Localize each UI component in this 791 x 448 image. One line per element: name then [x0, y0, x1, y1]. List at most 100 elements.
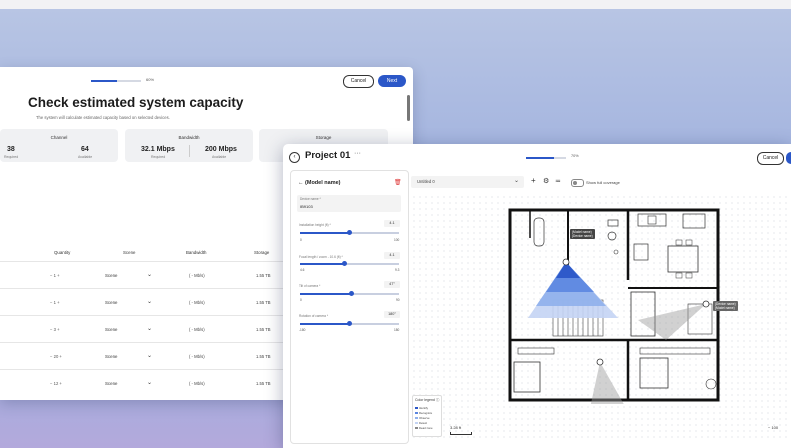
slider-handle[interactable] [348, 291, 354, 296]
cancel-button[interactable]: Cancel [343, 75, 374, 88]
col-scene: Scene [123, 250, 136, 255]
zoom-control[interactable]: − 100 [768, 425, 778, 430]
slider-value[interactable]: 180° [384, 311, 400, 318]
legend-item: Detect [415, 421, 427, 425]
chevron-down-icon[interactable]: ⌄ [147, 379, 152, 386]
device-name-label: Device name * [300, 197, 321, 201]
camera-tag-device: (Device name) [572, 234, 593, 238]
bandwidth-cell: ( - Mb/s) [189, 327, 205, 332]
scene-select[interactable]: Scene [105, 327, 117, 332]
project-next-button[interactable] [786, 152, 791, 164]
quantity-stepper[interactable]: − 3 + [50, 327, 60, 332]
channel-available-label: Available [78, 155, 93, 159]
scrollbar[interactable] [407, 95, 410, 121]
camera-tag: (Device name) (Model name) [713, 301, 738, 311]
slider-label: Rotation of camera * [299, 314, 329, 318]
model-name-label: (Model name) [305, 180, 341, 186]
scene-select[interactable]: Scene [105, 381, 117, 386]
gear-icon[interactable]: ⚙ [543, 177, 549, 185]
capacity-progress-bar [91, 80, 141, 82]
quantity-stepper[interactable]: − 1 + [50, 273, 60, 278]
slider-min: 0 [300, 238, 302, 242]
slider-label: Tilt of camera * [299, 284, 321, 288]
camera-icon[interactable] [702, 300, 710, 308]
legend-item: Dead zone [415, 426, 433, 430]
card-divider [189, 145, 190, 157]
full-coverage-toggle[interactable] [571, 179, 584, 187]
more-options-icon[interactable]: ··· [354, 150, 361, 157]
slider-handle[interactable] [347, 321, 352, 326]
storage-cell: 1.55 TB [256, 354, 271, 359]
slider-min: -180 [299, 328, 306, 332]
project-progress-bar [526, 157, 566, 159]
page-subtitle: The system will calculate estimated capa… [36, 115, 170, 120]
quantity-stepper[interactable]: − 20 + [50, 354, 62, 359]
storage-cell: 1.55 TB [256, 300, 271, 305]
bandwidth-available-label: Available [212, 155, 227, 159]
bandwidth-available-value: 200 Mbps [205, 146, 237, 153]
legend-title-text: Color legend [415, 398, 435, 402]
slider-min: 4.6 [300, 268, 305, 272]
channel-required-label: Required [4, 155, 19, 159]
slider-value[interactable]: 4.1 [384, 220, 400, 227]
floor-plan [508, 208, 720, 404]
col-quantity: Quantity [54, 250, 71, 255]
scale-bar [450, 432, 472, 435]
layout-select-value: Untitled 0 [417, 179, 435, 184]
bandwidth-required-value: 32.1 Mbps [141, 146, 175, 153]
legend-title: Color legend ⓘ [415, 398, 440, 402]
storage-cell: 1.55 TB [256, 273, 271, 278]
slider-label: Focal length / zoom - 10.6 (ft) * [299, 255, 343, 259]
col-bandwidth: Bandwidth [186, 250, 207, 255]
chevron-down-icon[interactable]: ⌄ [147, 352, 152, 359]
channel-required-value: 38 [7, 146, 15, 153]
storage-card-title: Storage [315, 135, 332, 140]
chevron-down-icon[interactable]: ⌄ [147, 298, 152, 305]
chevron-down-icon[interactable]: ⌄ [147, 271, 152, 278]
device-name-value[interactable]: IB9103 [300, 204, 313, 209]
filter-icon[interactable]: ≂ [555, 177, 561, 185]
slider-value[interactable]: 47° [384, 281, 400, 288]
col-storage: Storage [254, 250, 270, 255]
camera-icon[interactable] [562, 258, 570, 266]
bandwidth-cell: ( - Mb/s) [189, 300, 205, 305]
page-title: Check estimated system capacity [28, 95, 244, 110]
camera-tag: (Model name) (Device name) [570, 229, 595, 239]
chevron-down-icon[interactable]: ⌄ [147, 325, 152, 332]
slider-fill [300, 263, 345, 265]
os-top-bar [0, 0, 791, 9]
bandwidth-cell: ( - Mb/s) [189, 273, 205, 278]
scene-select[interactable]: Scene [105, 354, 117, 359]
slider-fill [300, 232, 350, 234]
layout-select[interactable]: Untitled 0 ⌄ [411, 176, 524, 188]
add-icon[interactable]: + [531, 176, 536, 185]
slider-handle[interactable] [347, 230, 352, 235]
slider-fill [300, 293, 352, 295]
device-model-title: ← (Model name) [298, 180, 341, 186]
quantity-stepper[interactable]: − 12 + [50, 381, 62, 386]
slider-fill [300, 323, 350, 325]
scene-select[interactable]: Scene [105, 300, 117, 305]
capacity-progress-percent: 60% [146, 77, 155, 82]
scale-label: 3.28 ft [450, 425, 462, 430]
slider-max: 9.3 [395, 268, 400, 272]
slider-label: Installation height (ft) * [299, 223, 331, 227]
storage-cell: 1.55 TB [256, 327, 271, 332]
slider-max: 90 [396, 298, 400, 302]
slider-max: 180 [394, 328, 400, 332]
full-coverage-label: Show full coverage [586, 180, 620, 185]
camera-icon[interactable] [596, 358, 604, 366]
next-button[interactable]: Next [378, 75, 406, 87]
project-title: Project 01 [305, 150, 351, 161]
slider-value[interactable]: 4.1 [384, 252, 400, 259]
chevron-down-icon: ⌄ [514, 178, 520, 184]
scene-select[interactable]: Scene [105, 273, 117, 278]
color-legend: Color legend ⓘ Identify Recognize Observ… [412, 395, 442, 437]
bandwidth-card-title: Bandwidth [178, 135, 200, 140]
delete-icon[interactable]: 🗑 [394, 179, 402, 186]
storage-cell: 1.55 TB [256, 381, 271, 386]
quantity-stepper[interactable]: − 1 + [50, 300, 60, 305]
project-cancel-button[interactable]: Cancel [757, 152, 784, 165]
back-arrow-icon[interactable]: ‹ [289, 152, 300, 163]
slider-max: 100 [394, 238, 400, 242]
